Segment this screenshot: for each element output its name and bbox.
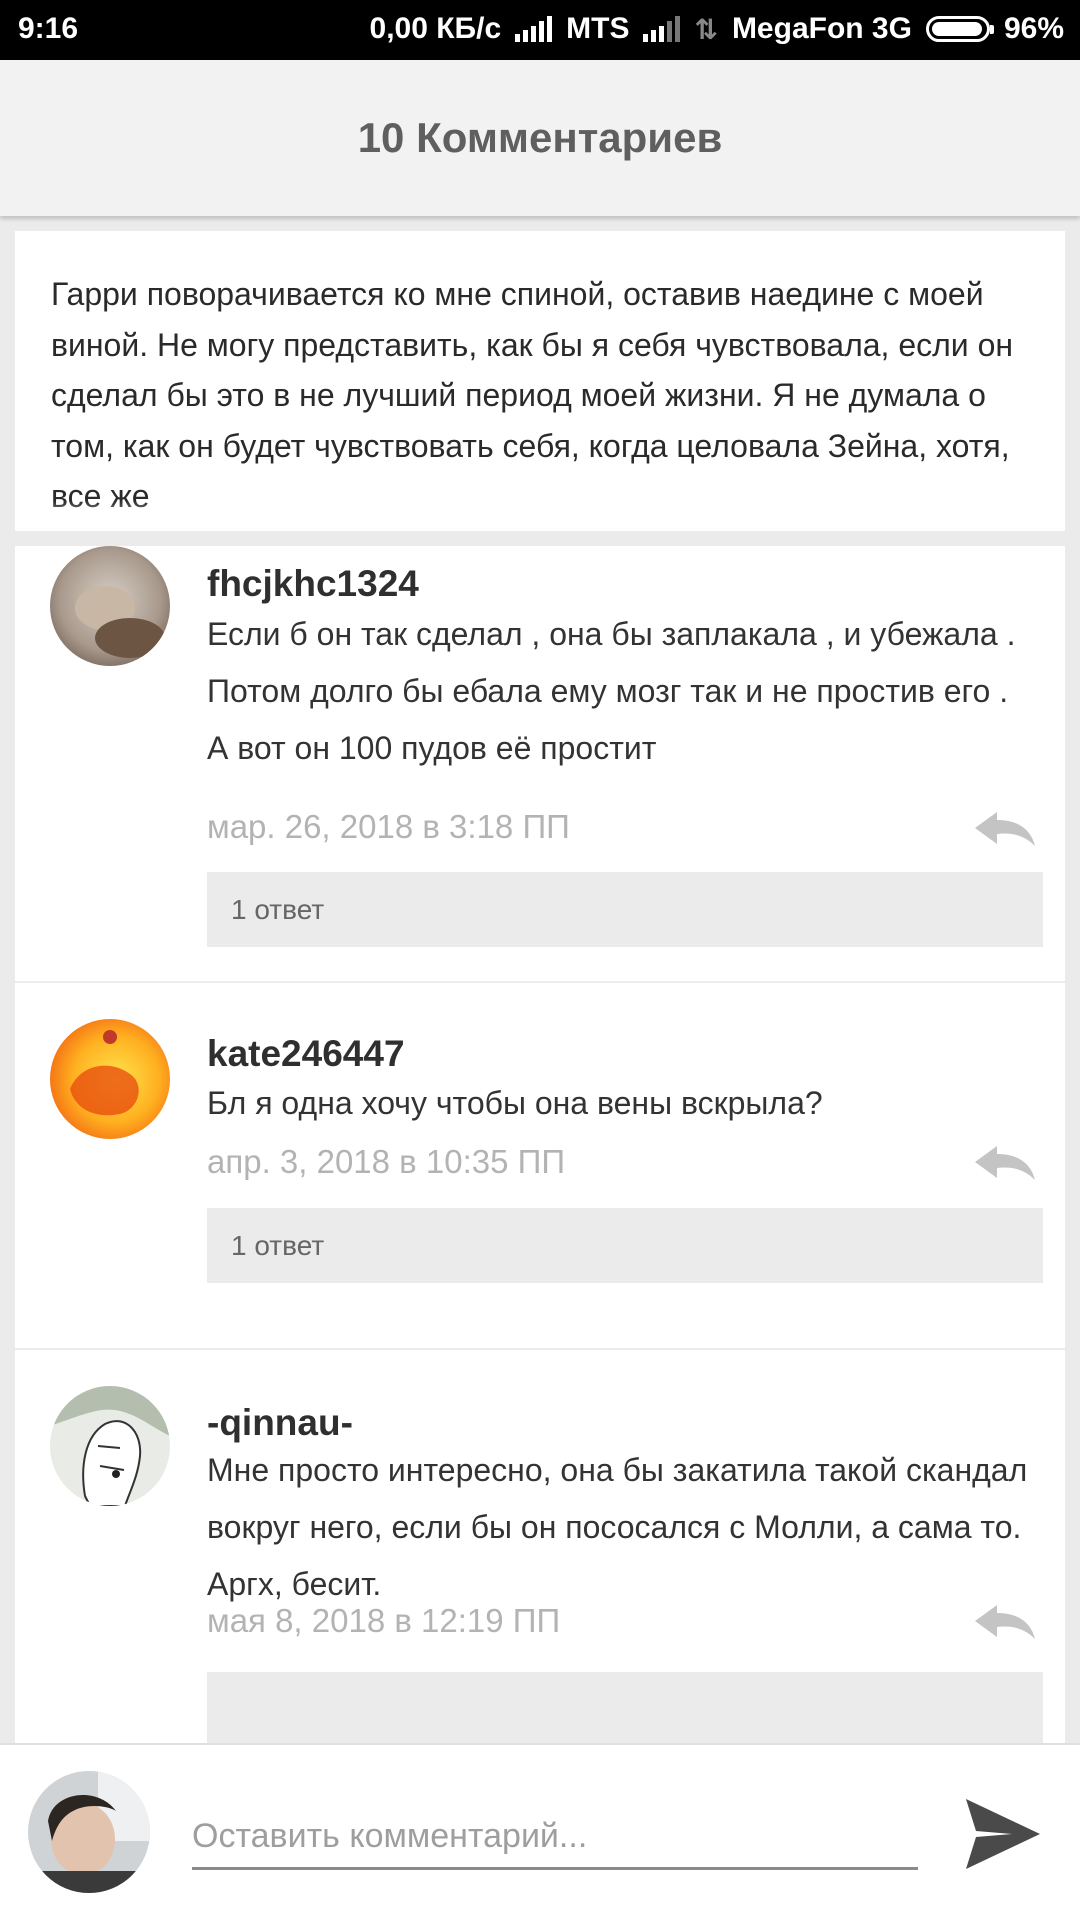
comment-username[interactable]: fhcjkhc1324 <box>207 563 419 605</box>
reply-arrow-icon[interactable] <box>973 1144 1037 1182</box>
signal-icon <box>515 16 553 42</box>
comment-item: -qinnau- Мне просто интересно, она бы за… <box>15 1348 1065 1743</box>
comment-date: апр. 3, 2018 в 10:35 ПП <box>207 1143 566 1180</box>
comment-text: Если б он так сделал , она бы заплакала … <box>207 616 1016 766</box>
comment-date: мая 8, 2018 в 12:19 ПП <box>207 1602 561 1639</box>
battery-level: 96% <box>1003 12 1064 45</box>
avatar[interactable] <box>50 1386 170 1506</box>
comment-username[interactable]: kate246447 <box>207 1033 405 1075</box>
comment-text: Бл я одна хочу чтобы она вены вскрыла? <box>207 1085 823 1121</box>
page-title: 10 Комментариев <box>357 114 723 161</box>
replies-count: 1 ответ <box>231 1229 325 1261</box>
replies-button[interactable] <box>207 1672 1043 1743</box>
comment-text: Мне просто интересно, она бы закатила та… <box>207 1452 1028 1602</box>
comments-header: 10 Комментариев <box>0 60 1080 216</box>
signal-icon <box>643 16 681 42</box>
comment-item: kate246447 Бл я одна хочу чтобы она вены… <box>15 981 1065 1350</box>
current-user-avatar[interactable] <box>28 1771 150 1893</box>
avatar[interactable] <box>50 1019 170 1139</box>
story-excerpt[interactable]: Гарри поворачивается ко мне спиной, оста… <box>15 231 1065 531</box>
carrier-2: MegaFon 3G <box>731 12 912 45</box>
replies-count: 1 ответ <box>231 893 325 925</box>
network-speed: 0,00 КБ/с <box>369 12 502 45</box>
comment-list[interactable]: fhcjkhc1324 Если б он так сделал , она б… <box>15 546 1065 1743</box>
comment-input[interactable] <box>192 1805 918 1870</box>
replies-button[interactable]: 1 ответ <box>207 872 1043 947</box>
status-bar: 9:16 0,00 КБ/с MTS ⇅ MegaFon 3G 96% <box>0 0 1080 60</box>
status-indicators: 0,00 КБ/с MTS ⇅ MegaFon 3G 96% <box>370 12 1064 46</box>
compose-bar <box>0 1743 1080 1920</box>
reply-arrow-icon[interactable] <box>973 810 1037 848</box>
send-icon[interactable] <box>962 1793 1044 1875</box>
excerpt-text: Гарри поворачивается ко мне спиной, оста… <box>51 276 1014 514</box>
status-time: 9:16 <box>18 12 79 45</box>
data-transfer-icon: ⇅ <box>694 13 718 45</box>
reply-arrow-icon[interactable] <box>973 1603 1037 1641</box>
comment-item: fhcjkhc1324 Если б он так сделал , она б… <box>15 546 1065 981</box>
replies-button[interactable]: 1 ответ <box>207 1208 1043 1283</box>
comment-username[interactable]: -qinnau- <box>207 1402 353 1444</box>
battery-icon <box>925 16 994 42</box>
avatar[interactable] <box>50 546 170 666</box>
comment-date: мар. 26, 2018 в 3:18 ПП <box>207 808 570 845</box>
carrier-1: MTS <box>566 12 630 45</box>
